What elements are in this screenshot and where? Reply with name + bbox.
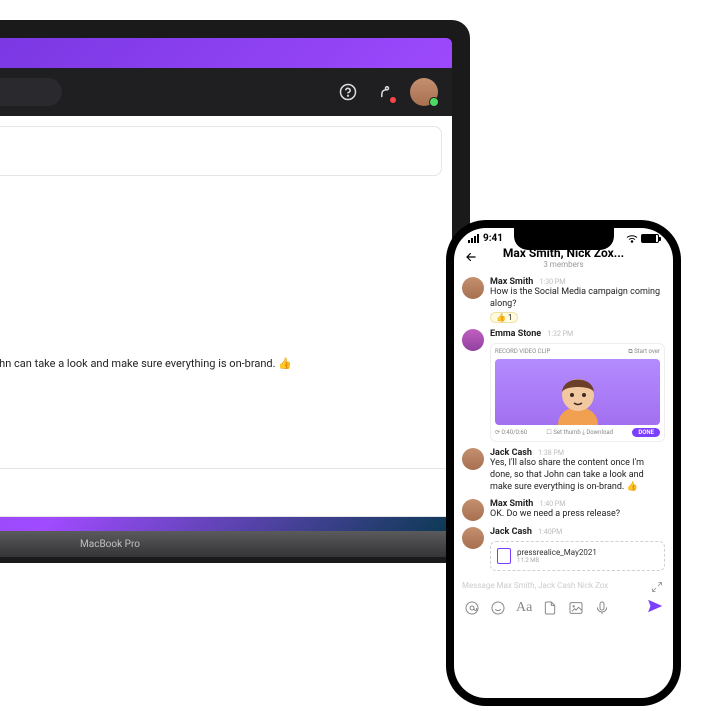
- message-text: Yes, I'll also share the content once I'…: [490, 458, 665, 493]
- message: Max Smith 1:40 PM OK. Do we need a press…: [462, 499, 665, 521]
- message-author: Jack Cash: [490, 448, 532, 458]
- phone-screen: 9:41 Max Smith, Nick Zox... 3 members: [454, 228, 673, 698]
- message-timestamp: 1:32 PM: [547, 330, 573, 338]
- wifi-icon: [626, 234, 638, 244]
- phone-chat-header: Max Smith, Nick Zox... 3 members: [454, 246, 673, 273]
- status-time: 9:41: [483, 233, 503, 244]
- notification-icon[interactable]: [374, 82, 394, 102]
- reaction-emoji: 👍: [496, 313, 506, 322]
- message-timestamp: 1:38 PM: [0, 347, 452, 357]
- image-icon[interactable]: [568, 600, 584, 616]
- app-top-bar: Search Happy Media: [0, 68, 452, 116]
- reaction-chip[interactable]: 👍 1: [490, 312, 518, 323]
- message-timestamp: 1:38 PM: [538, 449, 564, 457]
- message: Emma Stone 1:32 PM RECORD VIDEO CLIP ⧉ S…: [462, 329, 665, 442]
- message-author: Jack Cash: [490, 527, 532, 537]
- message: Jack Cash 1:40PM pressrealice_May2021 11…: [462, 527, 665, 571]
- message-text: OK. Do we need a press release?: [490, 509, 665, 521]
- mention-icon[interactable]: [464, 600, 480, 616]
- avatar[interactable]: [462, 499, 484, 521]
- avatar[interactable]: [462, 448, 484, 470]
- media-card[interactable]: RECORD VIDEO CLIP ⧉ Start over: [490, 343, 665, 442]
- message-timestamp: 1:40 PM: [540, 500, 566, 508]
- user-avatar[interactable]: [410, 78, 438, 106]
- battery-icon: [641, 234, 659, 243]
- message-author: Max Smith: [490, 277, 533, 287]
- send-button[interactable]: [647, 598, 663, 618]
- signal-icon: [468, 234, 479, 243]
- reaction-count: 1: [508, 313, 513, 322]
- format-icon[interactable]: Aa: [516, 600, 532, 616]
- back-button[interactable]: [464, 248, 478, 269]
- message: 1:40 PM need a press release?: [0, 376, 452, 399]
- avatar[interactable]: [462, 329, 484, 351]
- message: 1:40 PM essrealice_May2021 2 MB: [0, 405, 452, 460]
- message-timestamp: 1:40PM: [538, 528, 562, 536]
- mic-icon[interactable]: [594, 600, 610, 616]
- attachment-size: 11.2 MB: [517, 557, 597, 564]
- message-text: o share the content once I'm done, so th…: [0, 357, 452, 370]
- phone-chat-body: Max Smith 1:30 PM How is the Social Medi…: [454, 273, 673, 571]
- help-icon[interactable]: [338, 82, 358, 102]
- media-card-foot: ⟳ 0:40/0:60 ☐ Set thumb ⤓ Download DONE: [495, 425, 660, 437]
- search-input[interactable]: Search Happy Media: [0, 78, 62, 106]
- file-icon: [497, 548, 511, 564]
- laptop-base: MacBook Pro: [0, 531, 470, 557]
- chat-body: 1:30 PM Social Media campaign coming alo…: [0, 184, 452, 517]
- message-author: Max Smith: [490, 499, 533, 509]
- avatar[interactable]: [462, 527, 484, 549]
- media-thumbnail: [495, 359, 660, 425]
- chat-title: h, Nick Zox...: [0, 141, 429, 161]
- message-timestamp: 1:30 PM: [540, 278, 566, 286]
- message: Jack Cash 1:38 PM Yes, I'll also share t…: [462, 448, 665, 493]
- attachment-name: pressrealice_May2021: [517, 548, 597, 557]
- phone-frame: 9:41 Max Smith, Nick Zox... 3 members: [446, 220, 681, 706]
- laptop-edge: [0, 557, 470, 563]
- message-timestamp: 1:40 PM: [0, 405, 452, 415]
- message-timestamp: 1:40 PM: [0, 376, 452, 386]
- media-card-head: RECORD VIDEO CLIP ⧉ Start over: [495, 348, 660, 356]
- message-text: need a press release?: [0, 386, 452, 399]
- document-icon[interactable]: [542, 600, 558, 616]
- message-text: Social Media campaign coming along?: [0, 194, 452, 207]
- message-timestamp: 32 PM: [0, 230, 452, 240]
- laptop-wallpaper: Search Happy Media h, Nick Zox...: [0, 38, 452, 531]
- message: 1:38 PM o share the content once I'm don…: [0, 347, 452, 370]
- back-arrow-icon: [464, 250, 478, 264]
- message-author: Emma Stone: [490, 329, 541, 339]
- chat-members-count: 3 members: [464, 260, 663, 269]
- message-timestamp: 1:30 PM: [0, 184, 452, 194]
- laptop-bezel: Search Happy Media h, Nick Zox...: [0, 20, 470, 531]
- emoji-icon[interactable]: [490, 600, 506, 616]
- attachment-card[interactable]: pressrealice_May2021 11.2 MB: [490, 541, 665, 571]
- message-text: How is the Social Media campaign coming …: [490, 287, 665, 310]
- message: Max Smith 1:30 PM How is the Social Medi…: [462, 277, 665, 323]
- notification-badge: [390, 97, 396, 103]
- laptop-mockup: Search Happy Media h, Nick Zox...: [0, 20, 470, 563]
- phone-mockup: 9:41 Max Smith, Nick Zox... 3 members: [446, 220, 681, 706]
- phone-notch: [514, 228, 614, 250]
- avatar[interactable]: [462, 277, 484, 299]
- done-button[interactable]: DONE: [632, 428, 660, 437]
- message-composer[interactable]: mith, Nick Zox...: [0, 468, 452, 517]
- chat-header[interactable]: h, Nick Zox...: [0, 126, 442, 176]
- composer-placeholder[interactable]: Message Max Smith, Jack Cash Nick Zox: [454, 577, 673, 594]
- composer-toolbar: Aa: [454, 594, 673, 628]
- composer-placeholder: mith, Nick Zox...: [0, 477, 441, 490]
- message: 1:30 PM Social Media campaign coming alo…: [0, 184, 452, 224]
- desktop-chat-app: Search Happy Media h, Nick Zox...: [0, 68, 452, 517]
- laptop-brand-label: MacBook Pro: [80, 539, 140, 550]
- expand-button[interactable]: [651, 578, 663, 597]
- message: 32 PM: [0, 230, 452, 341]
